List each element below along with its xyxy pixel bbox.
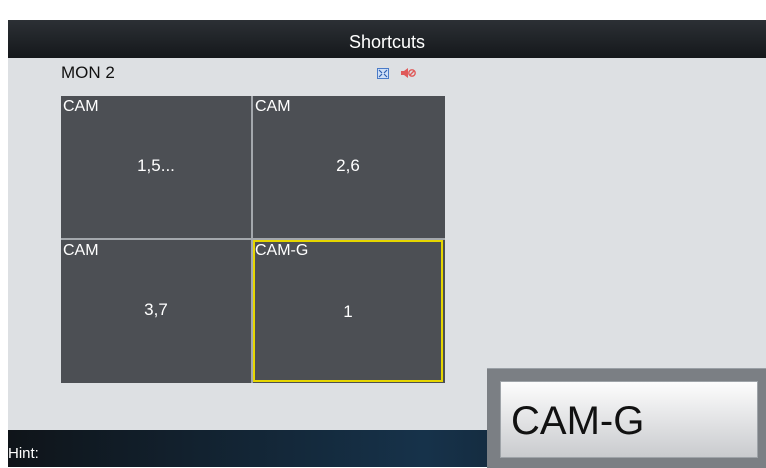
camera-cell-value: 2,6 <box>336 156 360 175</box>
camera-cell-label: CAM <box>63 242 99 259</box>
camera-cell-4-selected[interactable]: CAM-G 1 <box>253 240 443 382</box>
cam-g-button[interactable]: CAM-G <box>500 381 758 458</box>
camera-cell-value: 1,5... <box>137 156 175 175</box>
camera-cell-value: 3,7 <box>144 300 168 319</box>
monitor-label: MON 2 <box>61 63 115 82</box>
mute-icon[interactable] <box>400 66 416 80</box>
camera-cell-label: CAM <box>63 98 99 115</box>
grid-divider-horizontal <box>61 238 445 240</box>
shortcut-popup: CAM-G <box>487 368 766 468</box>
camera-cell-value: 1 <box>343 302 353 321</box>
hint-label: Hint: <box>8 445 39 462</box>
camera-cell-label: CAM-G <box>255 242 309 259</box>
camera-cell-2[interactable]: CAM 2,6 <box>253 96 443 238</box>
fullscreen-icon[interactable] <box>377 68 389 79</box>
page-title: Shortcuts <box>8 20 766 58</box>
camera-cell-label: CAM <box>255 98 291 115</box>
camera-cell-3[interactable]: CAM 3,7 <box>61 240 251 382</box>
camera-cell-1[interactable]: CAM 1,5... <box>61 96 251 238</box>
camera-grid: CAM 1,5... CAM 2,6 CAM 3,7 CAM-G 1 <box>61 96 445 383</box>
